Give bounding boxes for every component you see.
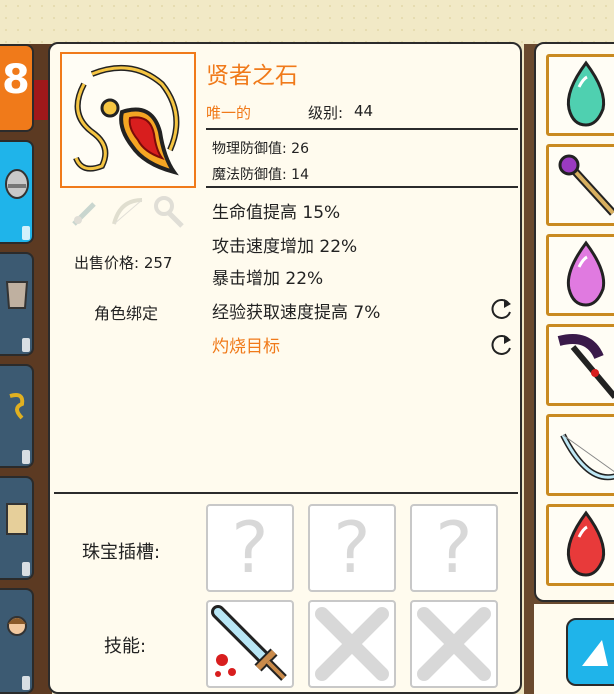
locked-x-icon [417,607,491,681]
jewel-socket-slot[interactable]: ? [308,504,396,592]
tab-count-number: 8 [2,57,30,103]
inventory-slot[interactable] [546,324,614,406]
tab-label-marker [22,450,30,464]
dark-scythe-icon [557,334,614,399]
jewel-socket-slot[interactable]: ? [410,504,498,592]
tab-label-marker [22,676,30,690]
bonus-staff-icon [154,196,184,228]
item-level-value: 44 [354,102,374,120]
arrow-up-icon [582,640,608,666]
red-gem-icon [566,510,606,577]
item-level-label: 级别: [308,104,344,122]
locked-x-icon [315,607,389,681]
tab-hero[interactable] [0,588,34,694]
jewel-socket-slot[interactable]: ? [206,504,294,592]
sell-price: 出售价格: 257 [74,254,173,272]
empty-socket-question-icon: ? [333,507,371,589]
action-button[interactable] [566,618,614,686]
inventory-slot[interactable] [546,234,614,316]
tab-helmet[interactable] [0,140,34,244]
amulet-necklace-icon [73,65,180,176]
scroll-icon [6,503,28,535]
jewel-sockets-label: 珠宝插槽: [82,542,161,563]
skills-label: 技能: [104,636,147,657]
skill-slot-locked[interactable] [410,600,498,688]
stat-line: 生命值提高 15% [212,203,341,223]
stat-line: 经验获取速度提高 7% [212,303,381,323]
tab-label-marker [22,226,30,240]
bonus-bow-icon [112,198,143,225]
ice-bow-icon [560,433,614,481]
tab-armor[interactable] [0,252,34,356]
pink-gem-icon [566,240,606,307]
tab-rune[interactable] [0,364,34,468]
inventory-slot[interactable] [546,504,614,586]
empty-socket-question-icon: ? [231,507,269,589]
inventory-panel [534,42,614,602]
tab-label-marker [22,338,30,352]
armor-icon [5,281,29,309]
teal-gem-icon [566,60,606,127]
reroll-stat-icon[interactable] [488,296,514,322]
divider [206,128,518,130]
item-icon-frame [60,52,196,188]
tab-count-badge[interactable]: 8 [0,44,34,132]
hero-portrait-icon [7,616,27,636]
tab-label-marker [22,562,30,576]
inventory-slot[interactable] [546,144,614,226]
skill-slot[interactable] [206,600,294,688]
reroll-stat-icon[interactable] [488,332,514,358]
binding-status: 角色绑定 [94,304,159,323]
item-detail-panel: 贤者之石 唯一的 级别: 44 物理防御值: 26 魔法防御值: 14 出售价格… [48,42,522,694]
divider [206,186,518,188]
magic-defense: 魔法防御值: 14 [212,167,309,183]
rune-icon [9,393,25,420]
stat-line-special: 灼烧目标 [212,337,280,357]
skill-slot-locked[interactable] [308,600,396,688]
empty-socket-question-icon: ? [435,507,473,589]
helmet-icon [5,169,29,199]
item-rarity: 唯一的 [206,104,252,122]
stat-line: 暴击增加 22% [212,269,324,289]
top-decor-band [0,0,614,44]
item-name: 贤者之石 [206,63,298,89]
bonus-sword-icon [72,202,96,226]
inventory-slot[interactable] [546,54,614,136]
stat-line: 攻击速度增加 22% [212,237,358,257]
physical-defense: 物理防御值: 26 [212,141,309,157]
divider [54,492,518,494]
bleeding-sword-icon [211,605,287,681]
inventory-slot[interactable] [546,414,614,496]
item-bonus-icons [72,196,184,228]
tab-scroll[interactable] [0,476,34,580]
magic-staff-icon [558,154,614,216]
